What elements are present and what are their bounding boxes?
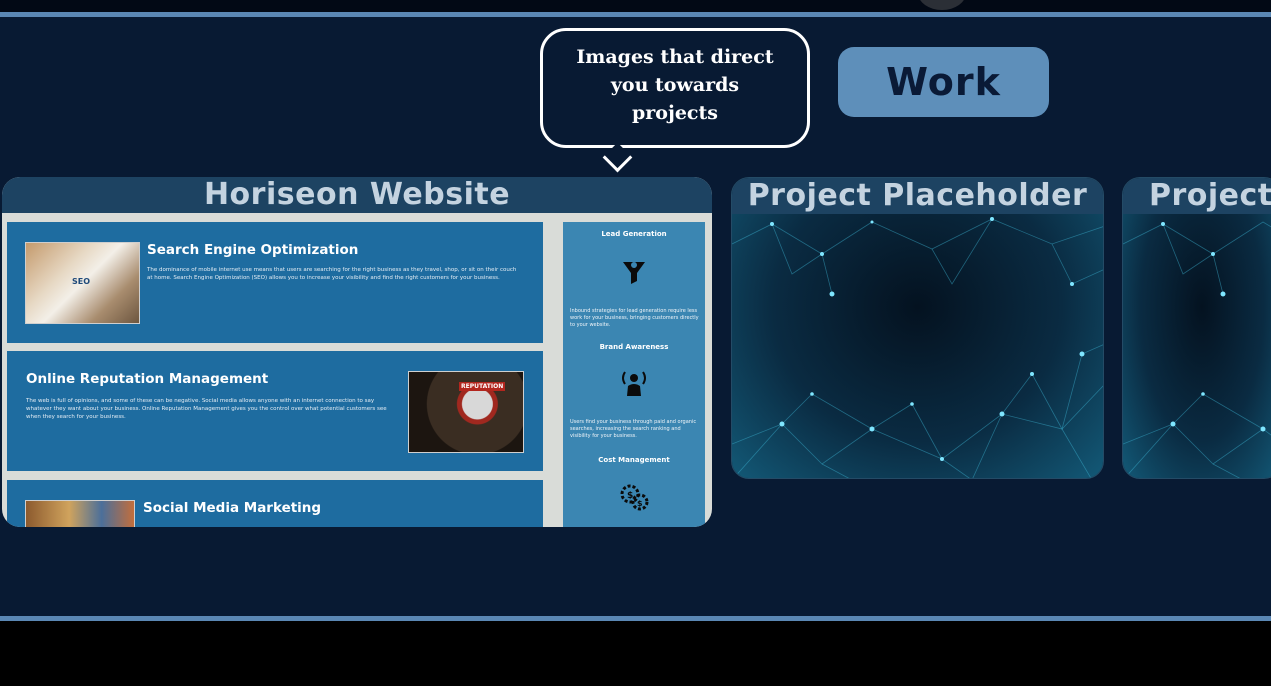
sidebar-heading: Brand Awareness xyxy=(599,343,669,351)
reputation-image-label: REPUTATION xyxy=(459,382,506,391)
funnel-icon xyxy=(618,256,650,288)
work-section: Images that direct you towards projects … xyxy=(0,12,1271,621)
network-background-image xyxy=(1123,214,1271,478)
thumb-heading: Search Engine Optimization xyxy=(147,242,359,258)
project-title: Horiseon Website xyxy=(2,177,712,213)
callout-bubble: Images that direct you towards projects xyxy=(540,28,810,173)
top-strip xyxy=(0,0,1271,12)
thumb-seo-block: SEO Search Engine Optimization The domin… xyxy=(7,222,543,343)
callout-text: Images that direct you towards projects xyxy=(576,46,774,124)
social-image xyxy=(25,500,135,527)
svg-text:$: $ xyxy=(637,499,643,508)
sidebar-heading: Cost Management xyxy=(598,456,670,464)
work-button[interactable]: Work xyxy=(838,47,1049,117)
network-background-image xyxy=(732,214,1103,478)
seo-image: SEO xyxy=(25,242,140,324)
project-card-3[interactable]: Project xyxy=(1122,177,1271,479)
broadcast-person-icon xyxy=(618,368,650,400)
project-title: Project Placeholder xyxy=(732,178,1103,214)
thumb-heading: Online Reputation Management xyxy=(26,371,269,387)
svg-text:$: $ xyxy=(627,491,633,501)
project-title: Project xyxy=(1123,178,1271,214)
callout-tail xyxy=(602,142,633,173)
thumb-text: The dominance of mobile internet use mea… xyxy=(147,267,517,281)
gears-dollar-icon: $ $ xyxy=(618,480,650,512)
seo-image-label: SEO xyxy=(72,277,91,286)
sidebar-heading: Lead Generation xyxy=(601,230,667,238)
thumb-social-block: Social Media Marketing xyxy=(7,480,543,527)
thumb-sidebar: Lead Generation Inbound strategies for l… xyxy=(563,222,705,527)
project-card-horiseon[interactable]: Horiseon Website SEO Search Engine Optim… xyxy=(2,177,712,527)
thumb-text: The web is full of opinions, and some of… xyxy=(26,398,387,420)
thumb-reputation-block: Online Reputation Management The web is … xyxy=(7,351,543,471)
sidebar-text: Inbound strategies for lead generation r… xyxy=(570,308,699,328)
sidebar-text: Users find your business through paid an… xyxy=(570,419,697,439)
project-card-placeholder[interactable]: Project Placeholder xyxy=(731,177,1104,479)
thumb-heading: Social Media Marketing xyxy=(143,500,322,516)
reputation-image: REPUTATION xyxy=(408,371,524,453)
